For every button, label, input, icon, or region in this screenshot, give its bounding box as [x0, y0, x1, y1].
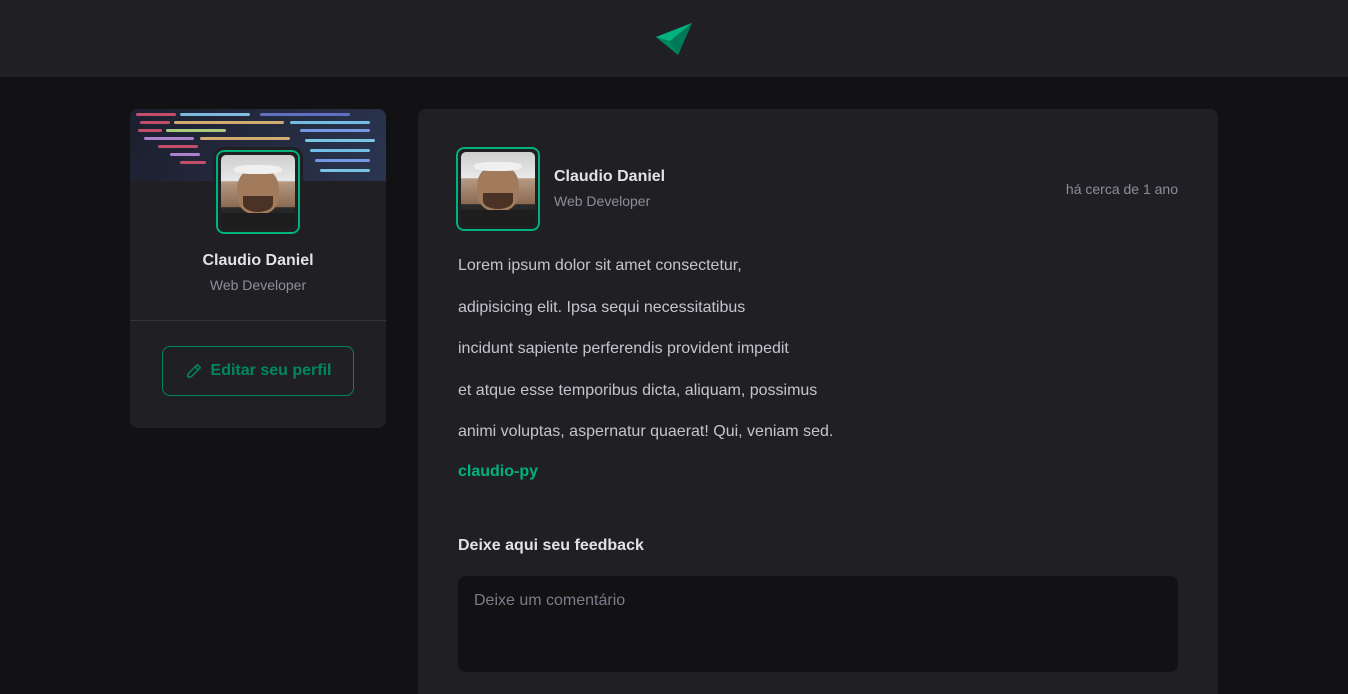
- pencil-icon: [186, 363, 201, 378]
- post-link[interactable]: claudio-py: [458, 463, 538, 481]
- post-paragraph: adipisicing elit. Ipsa sequi necessitati…: [458, 298, 746, 316]
- post-content: Lorem ipsum dolor sit amet consectetur, …: [458, 255, 1178, 481]
- edit-profile-label: Editar seu perfil: [210, 362, 332, 379]
- post-author-name: Claudio Daniel: [554, 168, 666, 185]
- feedback-title: Deixe aqui seu feedback: [458, 537, 644, 554]
- edit-profile-button[interactable]: Editar seu perfil: [162, 346, 354, 396]
- avatar-photo: [461, 152, 535, 226]
- page-wrapper: Claudio Daniel Web Developer Editar seu …: [0, 77, 1348, 694]
- post-published-time: há cerca de 1 ano: [1065, 181, 1178, 197]
- sidebar-avatar[interactable]: [213, 147, 303, 237]
- profile-role: Web Developer: [209, 277, 307, 293]
- profile-name: Claudio Daniel: [202, 252, 314, 269]
- avatar-photo: [221, 155, 295, 229]
- app-header: [0, 0, 1348, 77]
- post-paragraph: et atque esse temporibus dicta, aliquam,…: [458, 381, 818, 399]
- post-paragraph: animi voluptas, aspernatur quaerat! Qui,…: [458, 423, 834, 440]
- sidebar-divider: [130, 320, 386, 321]
- post-paragraph: incidunt sapiente perferendis provident …: [458, 340, 789, 357]
- post-card: Claudio Daniel Web Developer há cerca de…: [418, 109, 1218, 694]
- post-author-avatar[interactable]: [453, 144, 543, 234]
- post-paragraph: Lorem ipsum dolor sit amet consectetur,: [458, 257, 742, 274]
- post-author-role: Web Developer: [554, 193, 651, 209]
- comment-input[interactable]: [458, 576, 1178, 672]
- profile-sidebar: Claudio Daniel Web Developer Editar seu …: [130, 109, 386, 428]
- paper-plane-logo-icon[interactable]: [656, 22, 692, 55]
